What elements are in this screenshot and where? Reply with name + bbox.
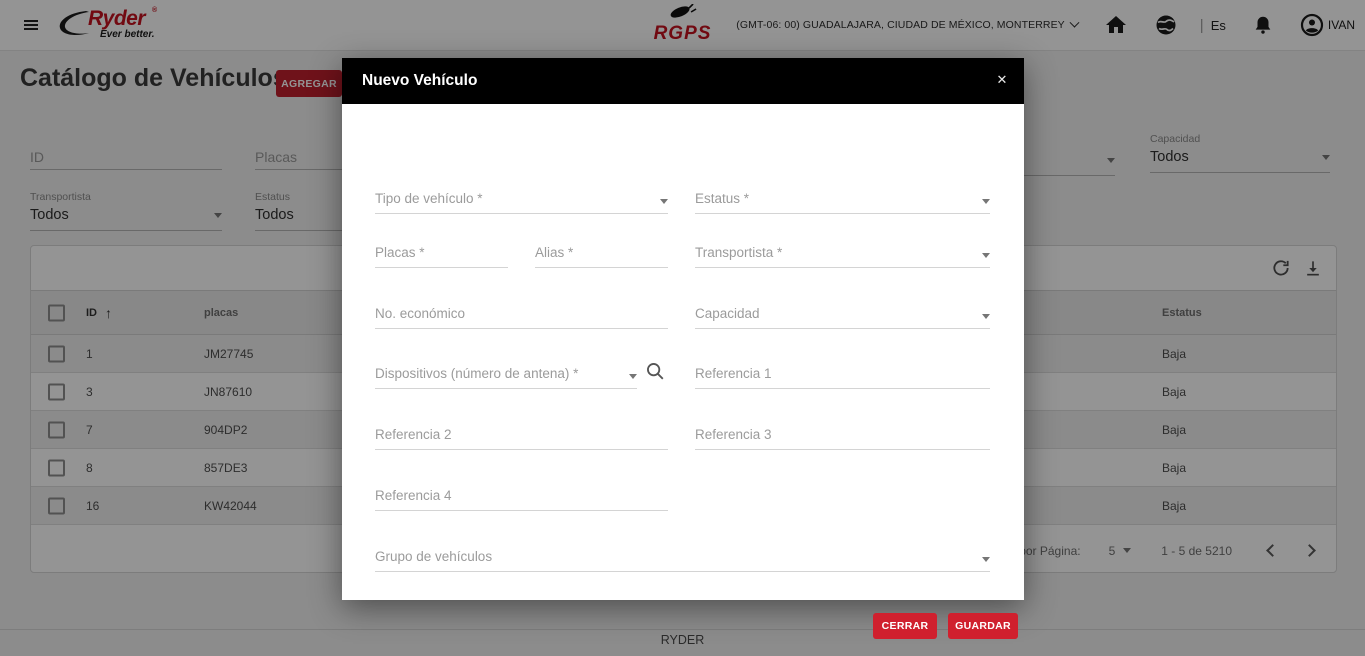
modal-body: Tipo de vehículo * Estatus * Transportis… — [342, 104, 1024, 639]
referencia3-field — [695, 420, 990, 450]
cerrar-button[interactable]: CERRAR — [873, 613, 937, 639]
dropdown-arrow-icon — [629, 374, 637, 379]
dropdown-arrow-icon — [982, 199, 990, 204]
referencia4-field — [375, 481, 668, 511]
referencia2-field — [375, 420, 668, 450]
grupo-vehiculos-select[interactable]: Grupo de vehículos — [375, 542, 990, 572]
no-economico-input[interactable] — [375, 306, 668, 328]
tipo-vehiculo-select[interactable]: Tipo de vehículo * — [375, 184, 668, 214]
new-vehicle-modal: Nuevo Vehículo ✕ Tipo de vehículo * Esta… — [342, 58, 1024, 639]
modal-title: Nuevo Vehículo — [362, 72, 478, 89]
close-icon[interactable]: ✕ — [992, 70, 1012, 90]
referencia3-input[interactable] — [695, 427, 990, 449]
dropdown-arrow-icon — [982, 314, 990, 319]
estatus-select[interactable]: Estatus * — [695, 184, 990, 214]
placas-field — [375, 238, 508, 268]
referencia4-input[interactable] — [375, 488, 668, 510]
placas-input[interactable] — [375, 245, 508, 267]
dropdown-arrow-icon — [660, 199, 668, 204]
capacidad-select[interactable]: Capacidad — [695, 299, 990, 329]
referencia1-field — [695, 359, 990, 389]
alias-field — [535, 238, 668, 268]
app-root: Ryder ® Ever better. RGPS (GMT-06: 00) G… — [0, 0, 1365, 656]
dropdown-arrow-icon — [982, 253, 990, 258]
dispositivos-select[interactable]: Dispositivos (número de antena) * — [375, 359, 637, 389]
search-device-icon[interactable] — [642, 359, 668, 385]
guardar-button[interactable]: GUARDAR — [948, 613, 1018, 639]
referencia1-input[interactable] — [695, 366, 990, 388]
transportista-select[interactable]: Transportista * — [695, 238, 990, 268]
dropdown-arrow-icon — [982, 557, 990, 562]
alias-input[interactable] — [535, 245, 668, 267]
no-economico-field — [375, 299, 668, 329]
referencia2-input[interactable] — [375, 427, 668, 449]
modal-header: Nuevo Vehículo ✕ — [342, 58, 1024, 104]
